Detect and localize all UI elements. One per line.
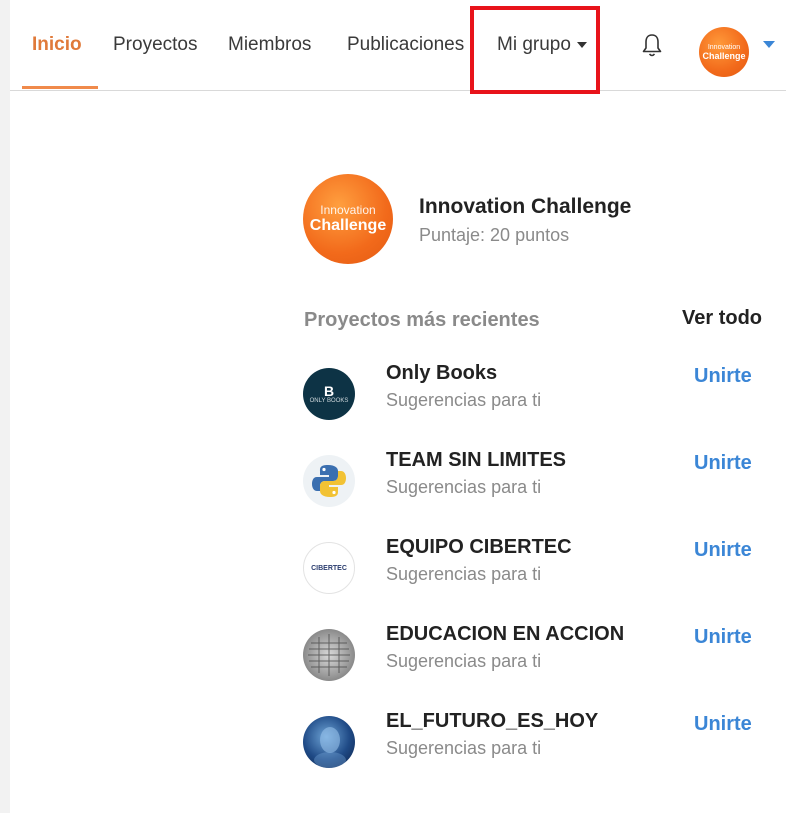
only-books-logo-caption: ONLY BOOKS [309, 397, 349, 404]
nav-item-mi-grupo[interactable]: Mi grupo [497, 34, 587, 56]
recent-projects-title: Proyectos más recientes [304, 309, 540, 331]
project-item-team-sin-limites: TEAM SIN LIMITES Sugerencias para ti Uni… [0, 447, 786, 534]
nav-item-publicaciones[interactable]: Publicaciones [347, 34, 464, 56]
circuit-pattern-icon [308, 634, 350, 676]
nav-item-miembros[interactable]: Miembros [228, 34, 311, 56]
group-logo-line1: Innovation [320, 203, 376, 217]
project-subtitle: Sugerencias para ti [386, 738, 542, 758]
face-silhouette-icon [314, 727, 346, 768]
project-subtitle: Sugerencias para ti [386, 651, 542, 671]
nav-item-inicio[interactable]: Inicio [32, 34, 82, 56]
project-name[interactable]: EQUIPO CIBERTEC [386, 536, 572, 559]
project-name[interactable]: EDUCACION EN ACCION [386, 623, 624, 646]
futuristic-face-image [303, 716, 355, 768]
chevron-down-icon [576, 41, 587, 48]
top-navbar: Inicio Proyectos Miembros Publicaciones … [10, 0, 786, 91]
project-name[interactable]: EL_FUTURO_ES_HOY [386, 710, 598, 733]
avatar-text-line2: Challenge [702, 51, 746, 61]
group-score: Puntaje: 20 puntos [419, 225, 570, 245]
mi-grupo-label: Mi grupo [497, 34, 571, 55]
user-avatar[interactable]: Innovation Challenge [699, 27, 749, 77]
group-name: Innovation Challenge [419, 195, 632, 218]
join-button[interactable]: Unirte [694, 539, 752, 562]
only-books-logo-mark: B [323, 382, 335, 399]
group-logo-line2: Challenge [309, 217, 387, 234]
project-subtitle: Sugerencias para ti [386, 477, 542, 497]
project-item-educacion-en-accion: EDUCACION EN ACCION Sugerencias para ti … [0, 621, 786, 708]
project-subtitle: Sugerencias para ti [386, 564, 542, 584]
active-tab-indicator [22, 86, 98, 89]
join-button[interactable]: Unirte [694, 713, 752, 736]
join-button[interactable]: Unirte [694, 452, 752, 475]
cibertec-logo: CIBERTEC [303, 542, 355, 594]
nav-item-proyectos[interactable]: Proyectos [113, 34, 197, 56]
project-item-equipo-cibertec: CIBERTEC EQUIPO CIBERTEC Sugerencias par… [0, 534, 786, 621]
project-item-el-futuro-es-hoy: EL_FUTURO_ES_HOY Sugerencias para ti Uni… [0, 708, 786, 795]
avatar-dropdown-caret-icon[interactable] [763, 41, 775, 48]
project-item-only-books: B ONLY BOOKS Only Books Sugerencias para… [0, 360, 786, 447]
project-subtitle: Sugerencias para ti [386, 390, 542, 410]
python-logo [303, 455, 355, 507]
project-name[interactable]: Only Books [386, 362, 497, 385]
join-button[interactable]: Unirte [694, 365, 752, 388]
group-logo: Innovation Challenge [303, 174, 393, 264]
bell-icon[interactable] [640, 32, 664, 60]
only-books-logo: B ONLY BOOKS [303, 368, 355, 420]
see-all-link[interactable]: Ver todo [682, 307, 762, 330]
join-button[interactable]: Unirte [694, 626, 752, 649]
cibertec-logo-caption: CIBERTEC [311, 564, 347, 572]
python-icon [312, 465, 346, 497]
project-name[interactable]: TEAM SIN LIMITES [386, 449, 566, 472]
education-logo [303, 629, 355, 681]
